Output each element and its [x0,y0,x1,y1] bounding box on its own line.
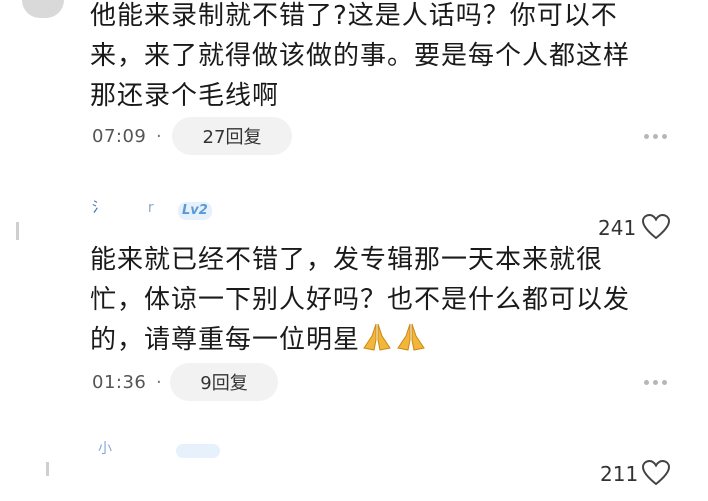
avatar[interactable] [22,0,64,18]
comment-time: 07:09 [92,126,147,147]
comment-text: 他能来录制就不错了?这是人话吗？你可以不 来，来了就得做该做的事。要是每个人都这… [90,1,631,111]
reply-count-button[interactable]: 27回复 [172,117,292,155]
left-edge-mark [46,462,49,476]
pray-emoji [360,322,394,364]
separator-dot: · [156,126,162,147]
reply-count-label: 9回复 [200,373,248,394]
more-dots-icon[interactable] [644,380,667,385]
separator-dot: · [156,372,162,393]
username[interactable]: 氵 r [92,197,155,217]
comment-time: 01:36 [92,372,147,393]
heart-outline-icon[interactable] [641,213,671,244]
reply-count-button[interactable]: 9回复 [170,363,278,401]
level-badge [176,444,220,458]
left-edge-mark [16,222,19,240]
username[interactable]: 小 [98,438,113,458]
like-count: 241 [598,216,637,240]
like-count: 211 [600,462,639,486]
comment-text: 能来就已经不错了，发专辑那一天本来就很 忙，体谅一下别人好吗？也不是什么都可以发… [90,240,630,364]
level-badge: Lv2 [178,202,212,220]
pray-emoji [394,322,428,364]
heart-outline-icon[interactable] [641,459,671,490]
reply-count-label: 27回复 [202,127,262,148]
more-dots-icon[interactable] [644,134,667,139]
